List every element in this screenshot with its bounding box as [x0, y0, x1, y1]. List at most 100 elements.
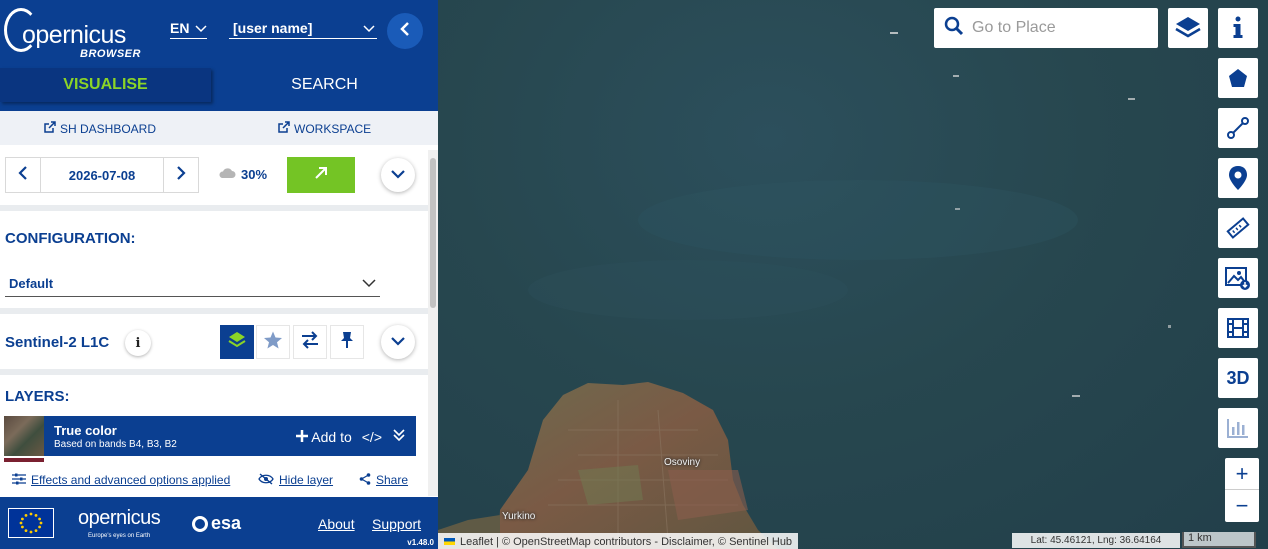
chevron-down-icon	[363, 20, 375, 36]
sidebar: opernicus BROWSER EN [user name] VISUALI…	[0, 0, 438, 549]
3d-label: 3D	[1226, 367, 1250, 388]
add-to-button[interactable]: Add to	[296, 429, 352, 445]
workspace-link[interactable]: WORKSPACE	[278, 121, 371, 136]
sliders-icon	[12, 473, 26, 488]
cloud-cover-filter[interactable]: 30%	[218, 167, 267, 182]
header: opernicus BROWSER EN [user name] VISUALI…	[0, 0, 438, 111]
place-label-yurkino: Yurkino	[502, 511, 536, 522]
layers-icon	[227, 330, 247, 355]
logo-subtitle: BROWSER	[80, 48, 141, 60]
info-button[interactable]	[1218, 8, 1258, 48]
external-link-icon	[44, 121, 56, 136]
chevron-down-icon	[391, 333, 405, 351]
chevron-left-icon	[399, 21, 411, 42]
zoom-out-button[interactable]: −	[1225, 490, 1259, 522]
compare-button[interactable]	[293, 325, 327, 359]
search-input[interactable]	[972, 19, 1142, 37]
layers-switcher-button[interactable]	[1168, 8, 1208, 48]
histogram-button[interactable]	[1218, 408, 1258, 448]
collection-title: Sentinel-2 L1C	[5, 334, 110, 351]
copernicus-footer-logo[interactable]: opernicus Europe's eyes on Earth	[78, 507, 161, 539]
star-icon	[263, 330, 283, 355]
language-selector[interactable]: EN	[170, 20, 208, 39]
map-view[interactable]: Osoviny Yurkino Go to Place 3D + − Leafl…	[438, 0, 1268, 549]
date-panel: 2026-07-08 30%	[0, 150, 428, 204]
user-name: [user name]	[233, 20, 313, 36]
attribution-text: | © OpenStreetMap contributors - Disclai…	[496, 535, 793, 548]
configuration-select[interactable]: Default	[5, 270, 380, 297]
external-links-bar: SH DASHBOARD WORKSPACE	[0, 111, 438, 145]
place-marker-button[interactable]	[1218, 158, 1258, 198]
chevron-left-icon	[18, 165, 28, 185]
divider	[0, 369, 428, 375]
sidebar-scrollbar[interactable]	[428, 150, 438, 496]
date-input[interactable]: 2026-07-08	[40, 158, 164, 192]
layer-item-true-color[interactable]: True color Based on bands B4, B3, B2 Add…	[4, 416, 416, 456]
effects-label: Effects and advanced options applied	[31, 473, 231, 487]
hide-layer-link[interactable]: Hide layer	[258, 472, 334, 488]
support-link[interactable]: Support	[372, 516, 421, 532]
layer-actions: Add to </>	[296, 428, 406, 445]
previous-date-button[interactable]	[6, 158, 40, 192]
leaflet-link[interactable]: Leaflet	[460, 536, 493, 548]
scrollbar-thumb[interactable]	[430, 158, 436, 308]
esa-wordmark: esa	[211, 513, 242, 533]
collection-info-button[interactable]: i	[125, 330, 151, 356]
draw-polygon-button[interactable]	[1218, 58, 1258, 98]
configuration-value: Default	[9, 275, 54, 291]
layer-description: Based on bands B4, B3, B2	[54, 439, 177, 450]
collapse-sidebar-button[interactable]	[387, 13, 423, 49]
draw-line-button[interactable]	[1218, 108, 1258, 148]
sh-dashboard-link[interactable]: SH DASHBOARD	[44, 121, 156, 136]
app-version: v1.48.0	[407, 538, 434, 547]
workspace-label: WORKSPACE	[294, 121, 372, 136]
film-icon	[1226, 317, 1250, 339]
expand-date-panel-button[interactable]	[381, 158, 415, 192]
hide-layer-label: Hide layer	[279, 473, 334, 487]
effects-options-link[interactable]: Effects and advanced options applied	[12, 473, 230, 488]
tab-search[interactable]: SEARCH	[211, 68, 438, 102]
zoom-in-button[interactable]: +	[1225, 458, 1259, 490]
search-icon[interactable]	[944, 16, 964, 41]
chevron-down-icon	[195, 20, 207, 36]
pin-icon	[340, 331, 354, 354]
expand-collection-button[interactable]	[381, 325, 415, 359]
code-icon[interactable]: </>	[362, 429, 382, 445]
chevron-down-icon	[362, 276, 376, 291]
tab-visualise[interactable]: VISUALISE	[0, 68, 211, 102]
map-imagery	[438, 32, 1171, 549]
measure-button[interactable]	[1218, 208, 1258, 248]
3d-view-button[interactable]: 3D	[1218, 358, 1258, 398]
about-link[interactable]: About	[318, 516, 355, 532]
esa-logo[interactable]: esa	[192, 513, 241, 534]
marker-icon	[1228, 165, 1248, 191]
cloud-icon	[218, 167, 236, 182]
layers-view-button[interactable]	[220, 325, 254, 359]
pins-favourite-button[interactable]	[256, 325, 290, 359]
copernicus-browser-logo[interactable]: opernicus BROWSER	[4, 6, 154, 62]
share-link[interactable]: Share	[359, 472, 409, 488]
cursor-coordinates: Lat: 45.46121, Lng: 36.64164	[1012, 533, 1180, 548]
layers-title: LAYERS:	[5, 388, 70, 405]
next-date-button[interactable]	[164, 158, 198, 192]
external-link-icon	[278, 121, 290, 136]
pin-button[interactable]	[330, 325, 364, 359]
divider	[0, 308, 428, 314]
double-chevron-down-icon[interactable]	[392, 428, 406, 445]
user-menu[interactable]: [user name]	[229, 20, 377, 39]
layer-name: True color	[54, 423, 117, 438]
place-label-osoviny: Osoviny	[664, 457, 701, 468]
share-label: Share	[376, 473, 409, 487]
go-to-place-search[interactable]	[934, 8, 1158, 48]
info-icon	[1231, 16, 1245, 40]
polygon-icon	[1227, 67, 1249, 89]
layer-actions-row: Effects and advanced options applied Hid…	[0, 466, 438, 494]
image-download-icon	[1225, 265, 1251, 291]
timelapse-button[interactable]	[1218, 308, 1258, 348]
app-root: Osoviny Yurkino Go to Place 3D + − Leafl…	[0, 0, 1268, 549]
logo-wordmark: opernicus	[22, 21, 126, 49]
search-dates-button[interactable]	[287, 157, 355, 193]
date-selector: 2026-07-08	[5, 157, 199, 193]
image-download-button[interactable]	[1218, 258, 1258, 298]
share-icon	[359, 472, 371, 488]
